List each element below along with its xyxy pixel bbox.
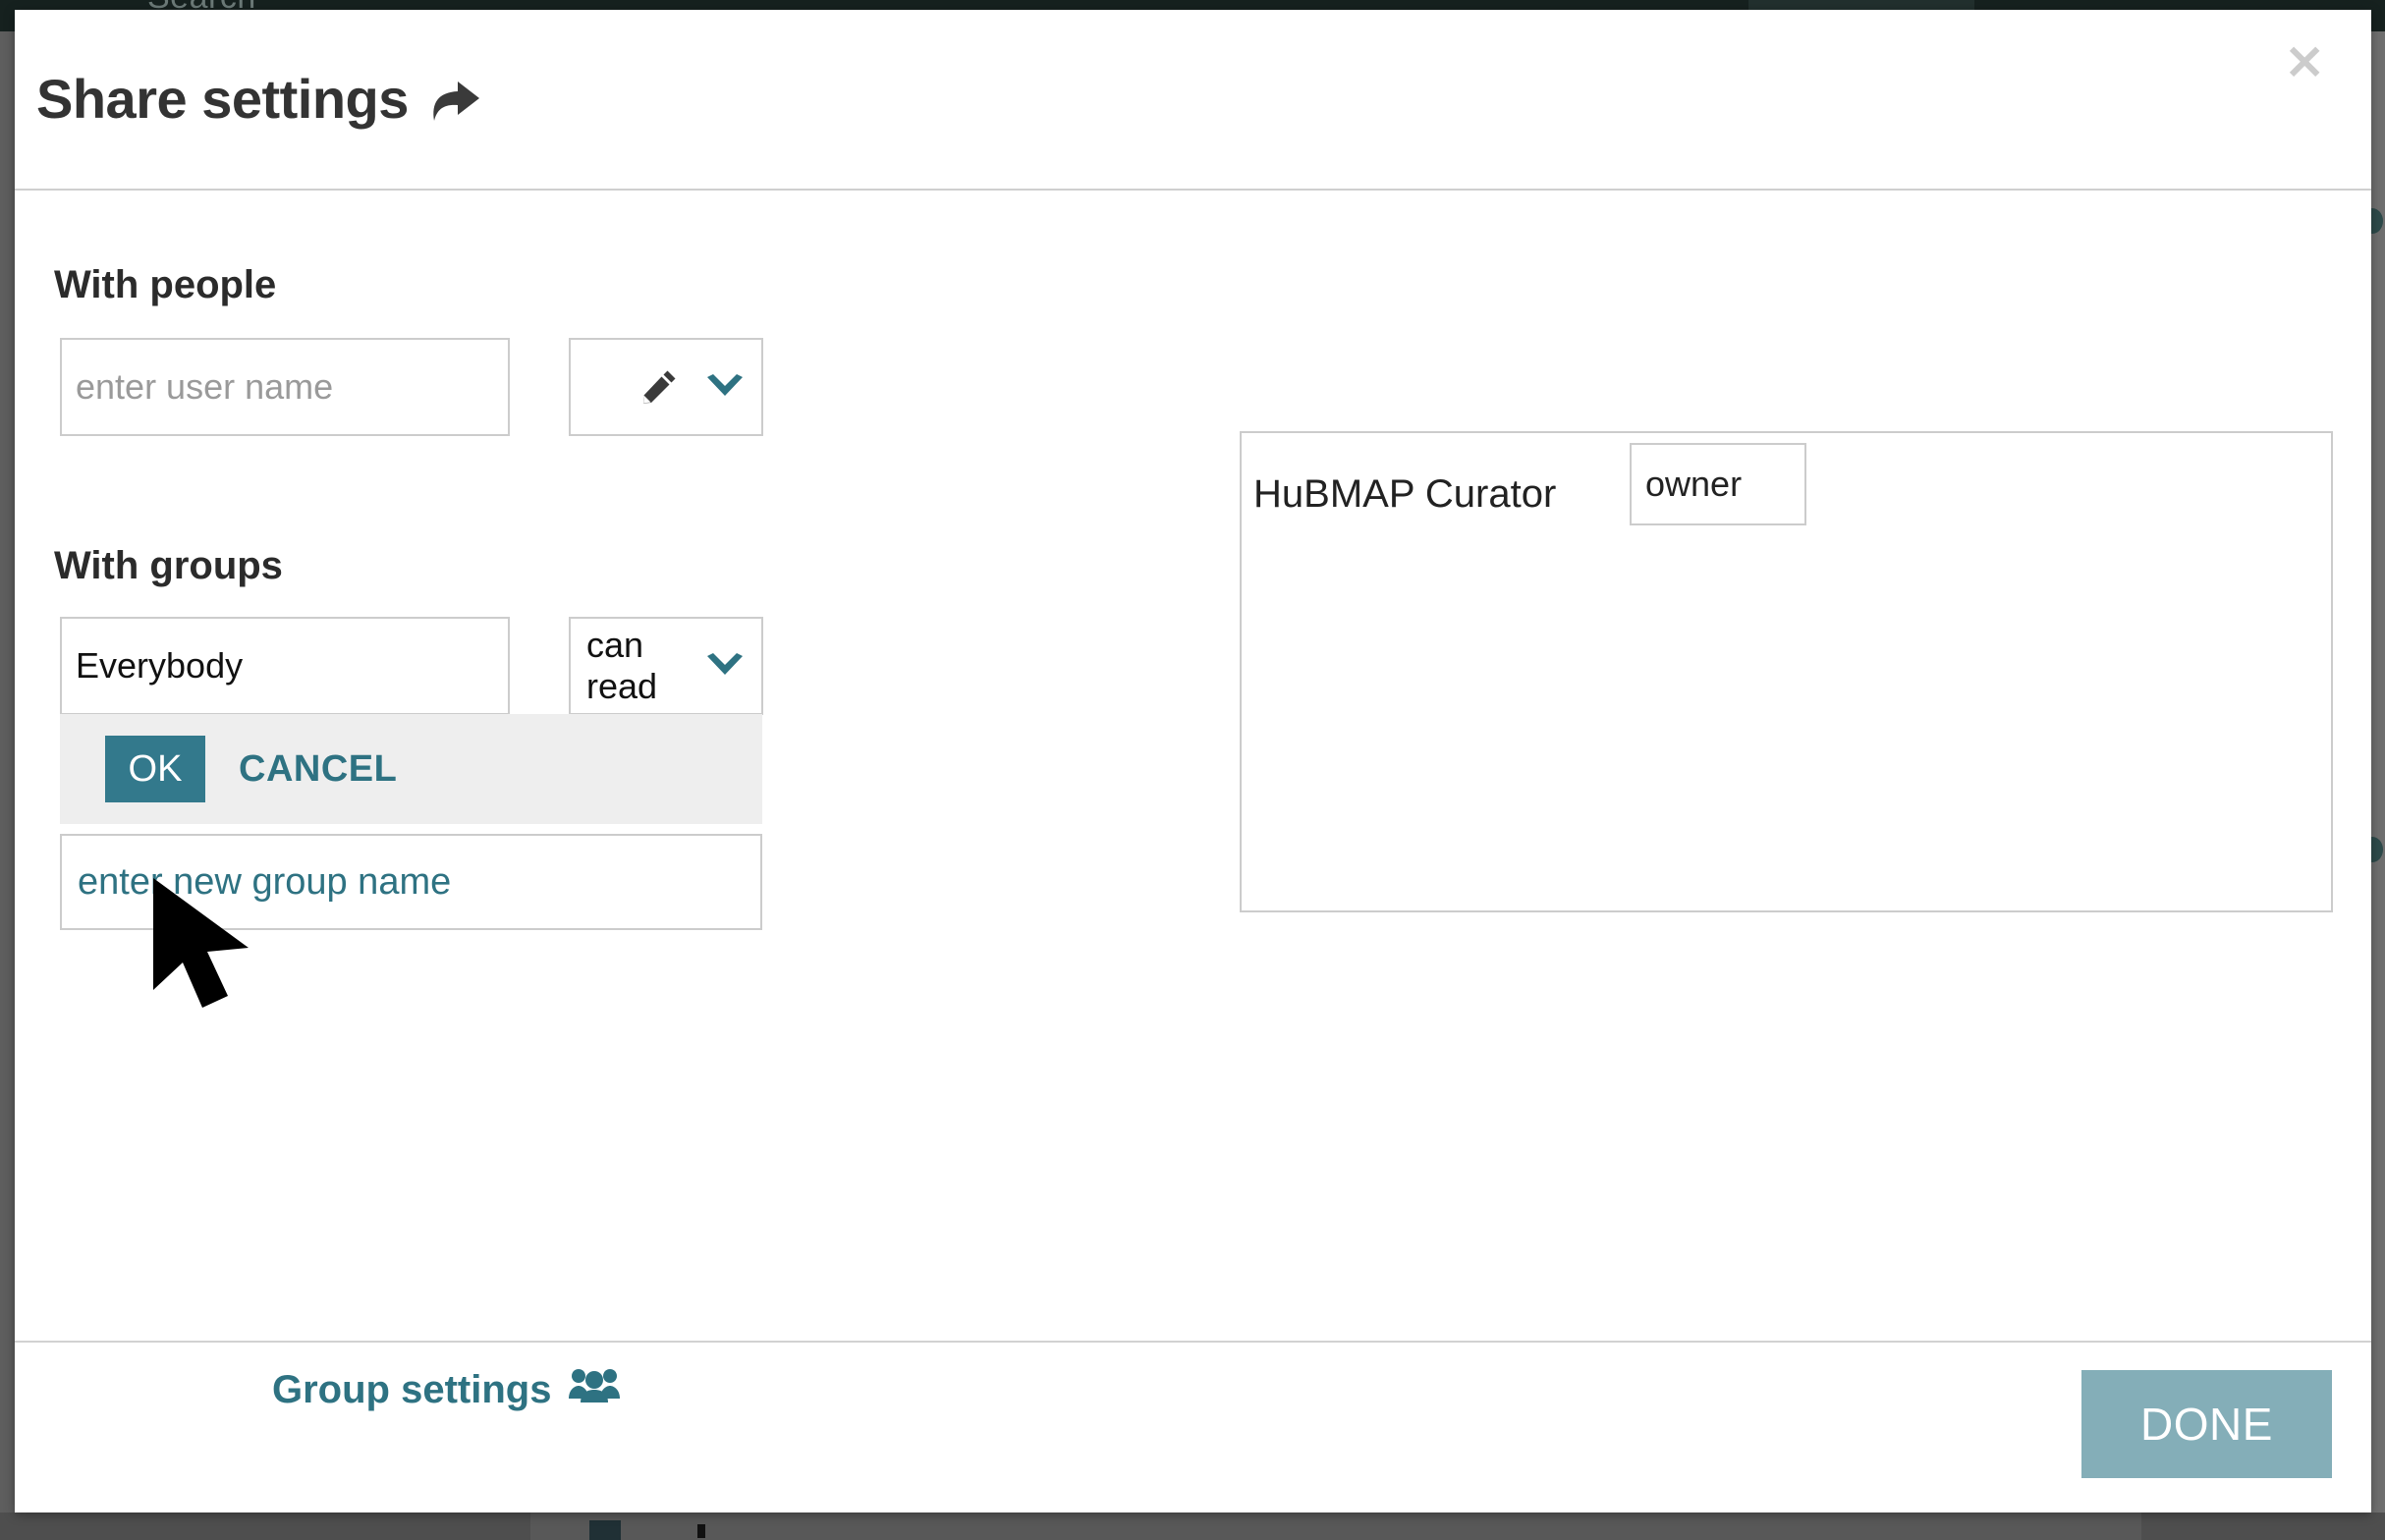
new-group-name-input[interactable]: enter new group name	[60, 834, 762, 930]
with-people-row: enter user name	[38, 338, 785, 440]
ok-button[interactable]: OK	[105, 736, 205, 802]
page-title: Share settings	[36, 67, 481, 131]
done-button[interactable]: DONE	[2081, 1370, 2332, 1478]
pencil-icon	[639, 367, 679, 407]
group-permission-value: can read	[586, 625, 658, 706]
dialog-title-text: Share settings	[36, 68, 409, 130]
group-permission-select[interactable]: can read	[569, 617, 763, 715]
background-thumbnail	[589, 1520, 621, 1540]
chevron-down-icon	[704, 372, 746, 402]
member-name: HuBMAP Curator	[1253, 472, 1557, 516]
member-role-field[interactable]: owner	[1630, 443, 1806, 525]
close-icon[interactable]: ×	[2283, 35, 2326, 86]
cancel-button[interactable]: CANCEL	[239, 748, 397, 791]
background-marker-icon	[697, 1524, 705, 1538]
share-arrow-icon	[426, 78, 481, 125]
dialog-footer: DONE	[15, 1343, 2371, 1514]
background-bottom-strip-inner	[530, 1512, 2141, 1540]
confirm-action-bar: OK CANCEL	[60, 714, 762, 824]
group-name-input[interactable]: Everybody	[60, 617, 510, 715]
dialog-header: Share settings ×	[15, 10, 2371, 191]
user-name-input[interactable]: enter user name	[60, 338, 510, 436]
with-people-label: With people	[54, 263, 277, 306]
with-groups-label: With groups	[54, 544, 283, 587]
members-panel: HuBMAP Curator owner	[1240, 431, 2333, 912]
screen: Search Share settings × With people	[0, 0, 2385, 1540]
dialog-body: With people enter user name With groups …	[15, 191, 2371, 1411]
table-row: HuBMAP Curator owner	[1242, 433, 2331, 551]
people-permission-select[interactable]	[569, 338, 763, 436]
background-left-strip	[0, 31, 16, 1540]
chevron-down-icon	[704, 651, 746, 681]
with-groups-row: Everybody can read	[38, 617, 785, 719]
share-settings-dialog: Share settings × With people enter user …	[15, 10, 2371, 1512]
